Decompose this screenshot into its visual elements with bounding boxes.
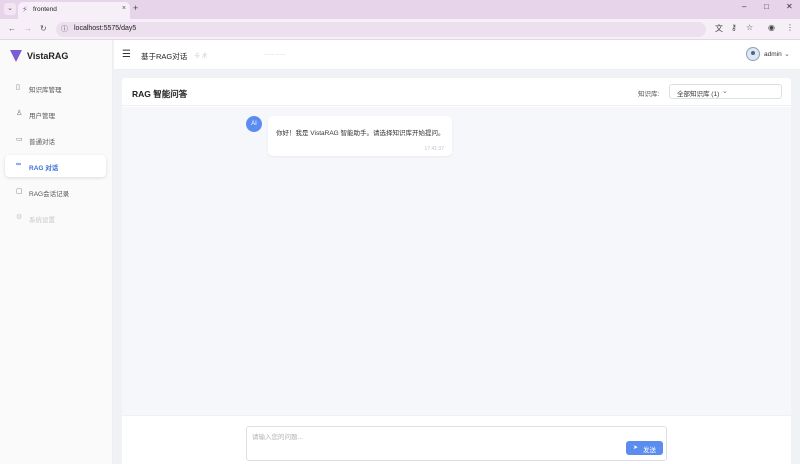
chat-icon: ▢ (16, 188, 23, 195)
vite-favicon-icon: ⚡ (22, 5, 28, 14)
app-header: ☰ 基于RAG对话 卡 术 —— —— admin ⌄ (114, 40, 800, 70)
tab-search-button[interactable]: ⌄ (4, 3, 16, 15)
sidebar-item-label: 用户管理 (29, 113, 55, 120)
user-name[interactable]: admin (764, 51, 782, 58)
sidebar-item-label: RAG会话记录 (29, 191, 70, 198)
profile-icon[interactable]: ◉ (768, 23, 775, 32)
user-icon: ♙ (16, 110, 23, 117)
knowledge-base-label: 知识库: (638, 91, 660, 98)
chevron-down-icon[interactable]: ⌄ (784, 50, 790, 58)
rag-chat-panel: RAG 智能问答 知识库: 全部知识库 (1) ⌄ AI 你好！我是 Vista… (122, 78, 791, 464)
document-icon: ▯ (16, 84, 20, 91)
new-tab-button[interactable]: + (133, 3, 138, 13)
sidebar-item-users[interactable]: ♙ 用户管理 (5, 103, 106, 125)
sidebar-item-label: RAG 对话 (29, 165, 59, 172)
message-timestamp: 17:41:37 (424, 146, 444, 152)
back-arrow-icon[interactable]: ← (8, 24, 16, 33)
vista-logo-icon (10, 50, 22, 62)
sidebar-item-rag-history[interactable]: ▢ RAG会话记录 (5, 181, 106, 203)
forward-arrow-icon[interactable]: → (24, 24, 32, 33)
password-key-icon[interactable]: ⚷ (731, 23, 737, 32)
site-info-icon[interactable]: ⓘ (61, 24, 68, 34)
sidebar-item-label: 知识库管理 (29, 87, 62, 94)
sidebar: VistaRAG ▯ 知识库管理 ♙ 用户管理 ▭ 普通对话 ∞ RAG 对话 … (0, 40, 113, 464)
sidebar-item-chat[interactable]: ▭ 普通对话 (5, 129, 106, 151)
url-text: localhost:5575/day5 (74, 25, 137, 32)
browser-toolbar: ← → ↻ ⓘ localhost:5575/day5 文 ⚷ ☆ ◉ ⋮ (0, 19, 800, 40)
sidebar-item-rag-chat[interactable]: ∞ RAG 对话 (5, 155, 106, 177)
sidebar-item-label: 系统设置 (29, 217, 55, 224)
knowledge-base-value: 全部知识库 (1) (677, 91, 720, 98)
send-label: 发送 (643, 447, 656, 454)
chevron-down-icon: ⌄ (722, 88, 728, 95)
knowledge-base-select[interactable]: 全部知识库 (1) ⌄ (669, 84, 782, 99)
tab-title: frontend (33, 6, 57, 13)
send-icon: ➤ (633, 445, 639, 451)
breadcrumb-faded: 卡 术 (194, 54, 208, 60)
sidebar-item-settings[interactable]: ⚙ 系统设置 (5, 207, 106, 229)
sidebar-item-knowledge-base[interactable]: ▯ 知识库管理 (5, 77, 106, 99)
question-input[interactable]: 请输入您的问题... ➤ 发送 (246, 426, 667, 461)
breadcrumb-faded-secondary: —— —— (264, 52, 286, 58)
reload-icon[interactable]: ↻ (40, 24, 47, 33)
translate-icon[interactable]: 文 (715, 23, 723, 34)
browser-tabbar: ⌄ ⚡ frontend × + – □ ✕ (0, 0, 800, 19)
panel-title: RAG 智能问答 (132, 89, 188, 99)
address-bar[interactable]: ⓘ localhost:5575/day5 (56, 22, 706, 37)
browser-menu-icon[interactable]: ⋮ (786, 23, 794, 32)
gear-icon: ⚙ (16, 214, 23, 221)
input-placeholder: 请输入您的问题... (252, 434, 303, 441)
monitor-icon: ▭ (16, 136, 23, 143)
page-title: 基于RAG对话 (141, 52, 188, 61)
bookmark-star-icon[interactable]: ☆ (746, 23, 753, 32)
chat-messages[interactable]: AI 你好！我是 VistaRAG 智能助手。请选择知识库开始提问。 17:41… (122, 107, 791, 415)
panel-header: RAG 智能问答 知识库: 全部知识库 (1) ⌄ (122, 78, 791, 106)
close-window-button[interactable]: ✕ (786, 2, 793, 11)
ai-avatar: AI (246, 116, 262, 132)
sidebar-item-label: 普通对话 (29, 139, 55, 146)
ai-message-bubble: 你好！我是 VistaRAG 智能助手。请选择知识库开始提问。 17:41:37 (268, 116, 452, 156)
link-icon: ∞ (16, 161, 21, 168)
minimize-button[interactable]: – (742, 2, 746, 11)
hamburger-menu-icon[interactable]: ☰ (122, 49, 131, 60)
maximize-button[interactable]: □ (764, 2, 769, 11)
brand-name: VistaRAG (27, 51, 69, 61)
message-text: 你好！我是 VistaRAG 智能助手。请选择知识库开始提问。 (276, 130, 445, 137)
input-section: 请输入您的问题... ➤ 发送 (122, 415, 791, 464)
browser-tab[interactable]: ⚡ frontend × (18, 2, 130, 19)
tab-close-icon[interactable]: × (122, 5, 126, 12)
send-button[interactable]: ➤ 发送 (626, 441, 663, 455)
avatar[interactable] (746, 47, 760, 61)
